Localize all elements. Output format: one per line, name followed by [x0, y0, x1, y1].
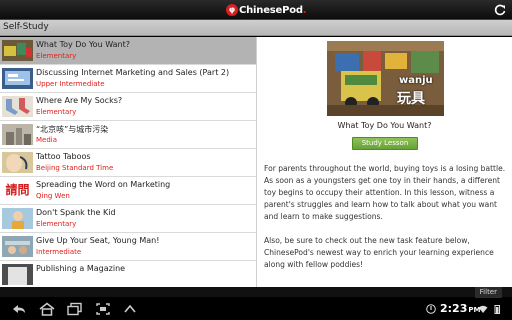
filter-button[interactable]: Filter [474, 287, 502, 298]
lesson-title: Don't Spank the Kid [36, 208, 116, 217]
lesson-hero-image: wanju 玩具 [327, 41, 444, 116]
menu-up-icon[interactable] [121, 302, 139, 316]
wifi-icon [478, 305, 488, 313]
status-indicator-icon [426, 304, 436, 314]
lesson-level: Media [36, 136, 58, 144]
app-logo: φ ChinesePod. [226, 3, 307, 17]
lesson-thumbnail-socks [2, 96, 33, 117]
refresh-icon[interactable] [493, 3, 507, 17]
lesson-title: Where Are My Socks? [36, 96, 123, 105]
lesson-title: Discussing Internet Marketing and Sales … [36, 68, 230, 77]
lesson-thumbnail-magazine [2, 264, 33, 285]
filter-bar [0, 287, 512, 297]
lesson-level: Intermediate [36, 248, 82, 256]
lesson-detail-pane: wanju 玩具 What Toy Do You Want? Study Les… [257, 37, 512, 287]
lesson-thumbnail-seat [2, 236, 33, 257]
lesson-list[interactable]: What Toy Do You Want? Elementary Discuss… [0, 37, 257, 287]
screenshot-icon[interactable] [94, 302, 112, 316]
lesson-row[interactable]: “北京咳”与城市污染 Media [0, 121, 256, 149]
chinesepod-logo-icon: φ [226, 4, 238, 16]
section-header: Self-Study [0, 20, 512, 36]
battery-icon [494, 305, 500, 314]
lesson-row[interactable]: 請問 Spreading the Word on Marketing Qing … [0, 177, 256, 205]
system-bar: 2:23PM [0, 298, 512, 320]
lesson-level: Elementary [36, 220, 77, 228]
home-icon[interactable] [38, 302, 56, 316]
lesson-thumbnail-toys [2, 40, 33, 61]
lesson-title: Spreading the Word on Marketing [36, 180, 171, 189]
lesson-thumbnail-tattoo [2, 152, 33, 173]
hero-hanzi: 玩具 [397, 91, 425, 107]
lesson-thumbnail-pollution [2, 124, 33, 145]
lesson-title: Give Up Your Seat, Young Man! [36, 236, 160, 245]
qingwen-thumb-text: 請問 [5, 183, 30, 197]
lesson-level: Qing Wen [36, 192, 70, 200]
description-paragraph: For parents throughout the world, buying… [264, 164, 506, 221]
lesson-thumbnail-kid [2, 208, 33, 229]
hero-pinyin: wanju [399, 75, 433, 86]
lesson-title: What Toy Do You Want? [36, 40, 130, 49]
back-icon[interactable] [10, 302, 28, 316]
lesson-detail-title: What Toy Do You Want? [337, 121, 432, 130]
recent-apps-icon[interactable] [66, 302, 84, 316]
lesson-row[interactable]: Publishing a Magazine [0, 261, 256, 287]
lesson-thumbnail-marketing [2, 68, 33, 89]
clock: 2:23PM [440, 302, 480, 315]
lesson-row[interactable]: Discussing Internet Marketing and Sales … [0, 65, 256, 93]
description-paragraph: Also, be sure to check out the new task … [264, 236, 494, 269]
action-bar: φ ChinesePod. [0, 0, 512, 20]
lesson-row[interactable]: Where Are My Socks? Elementary [0, 93, 256, 121]
app-brand: ChinesePod [239, 4, 303, 16]
lesson-description: For parents throughout the world, buying… [264, 163, 510, 271]
lesson-title: Tattoo Taboos [36, 152, 91, 161]
lesson-row[interactable]: What Toy Do You Want? Elementary [0, 37, 256, 65]
lesson-level: Beijing Standard Time [36, 164, 114, 172]
lesson-row[interactable]: Tattoo Taboos Beijing Standard Time [0, 149, 256, 177]
lesson-title: “北京咳”与城市污染 [36, 125, 109, 134]
clock-time: 2:23 [440, 302, 468, 315]
study-lesson-button[interactable]: Study Lesson [352, 137, 418, 150]
lesson-level: Elementary [36, 52, 77, 60]
lesson-thumbnail-qingwen: 請問 [2, 180, 33, 201]
lesson-level: Elementary [36, 108, 77, 116]
lesson-row[interactable]: Give Up Your Seat, Young Man! Intermedia… [0, 233, 256, 261]
lesson-level: Upper Intermediate [36, 80, 105, 88]
brand-dot: . [302, 4, 307, 16]
lesson-row[interactable]: Don't Spank the Kid Elementary [0, 205, 256, 233]
lesson-title: Publishing a Magazine [36, 264, 126, 273]
